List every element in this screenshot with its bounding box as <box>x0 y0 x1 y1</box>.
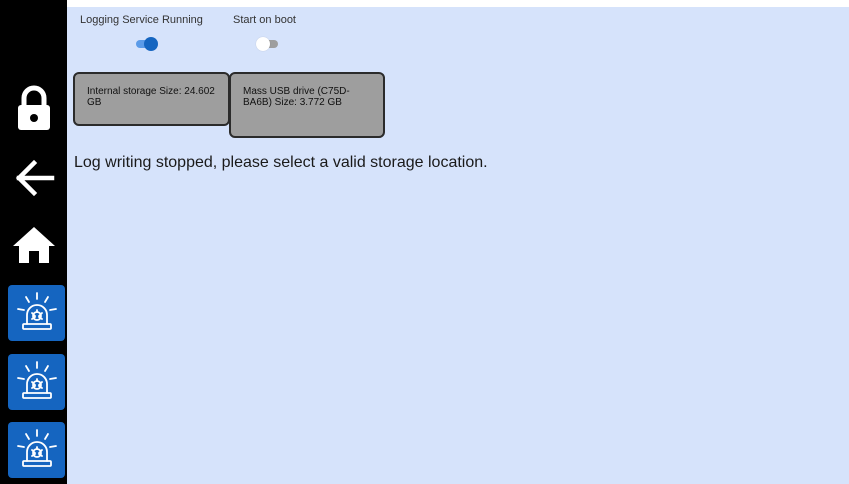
back-button[interactable] <box>0 152 67 204</box>
start-on-boot-label: Start on boot <box>233 14 296 26</box>
lock-icon <box>17 85 50 130</box>
lock-button[interactable] <box>0 80 67 136</box>
logging-service-switch[interactable] <box>134 37 158 51</box>
logging-service-label: Logging Service Running <box>80 14 203 26</box>
usb-storage-button[interactable]: Mass USB drive (C75D-BA6B) Size: 3.772 G… <box>229 72 385 138</box>
switch-thumb <box>144 37 158 51</box>
home-icon <box>12 227 55 263</box>
home-button[interactable] <box>0 220 67 270</box>
siren-icon <box>16 292 57 330</box>
internal-storage-button[interactable]: Internal storage Size: 24.602 GB <box>73 72 230 126</box>
app-window: Logging Service Running Start on boot In… <box>0 0 849 484</box>
start-on-boot-switch[interactable] <box>256 37 280 51</box>
arrow-left-icon <box>15 159 54 197</box>
alarm-button-2[interactable] <box>8 354 65 410</box>
switch-thumb <box>256 37 270 51</box>
alarm-button-3[interactable] <box>8 422 65 478</box>
siren-icon <box>16 361 57 399</box>
siren-icon <box>16 429 57 467</box>
status-message: Log writing stopped, please select a val… <box>74 154 488 171</box>
sidebar <box>0 0 67 484</box>
alarm-button-1[interactable] <box>8 285 65 341</box>
usb-storage-text: Mass USB drive (C75D-BA6B) Size: 3.772 G… <box>243 86 350 108</box>
internal-storage-text: Internal storage Size: 24.602 GB <box>87 86 215 108</box>
